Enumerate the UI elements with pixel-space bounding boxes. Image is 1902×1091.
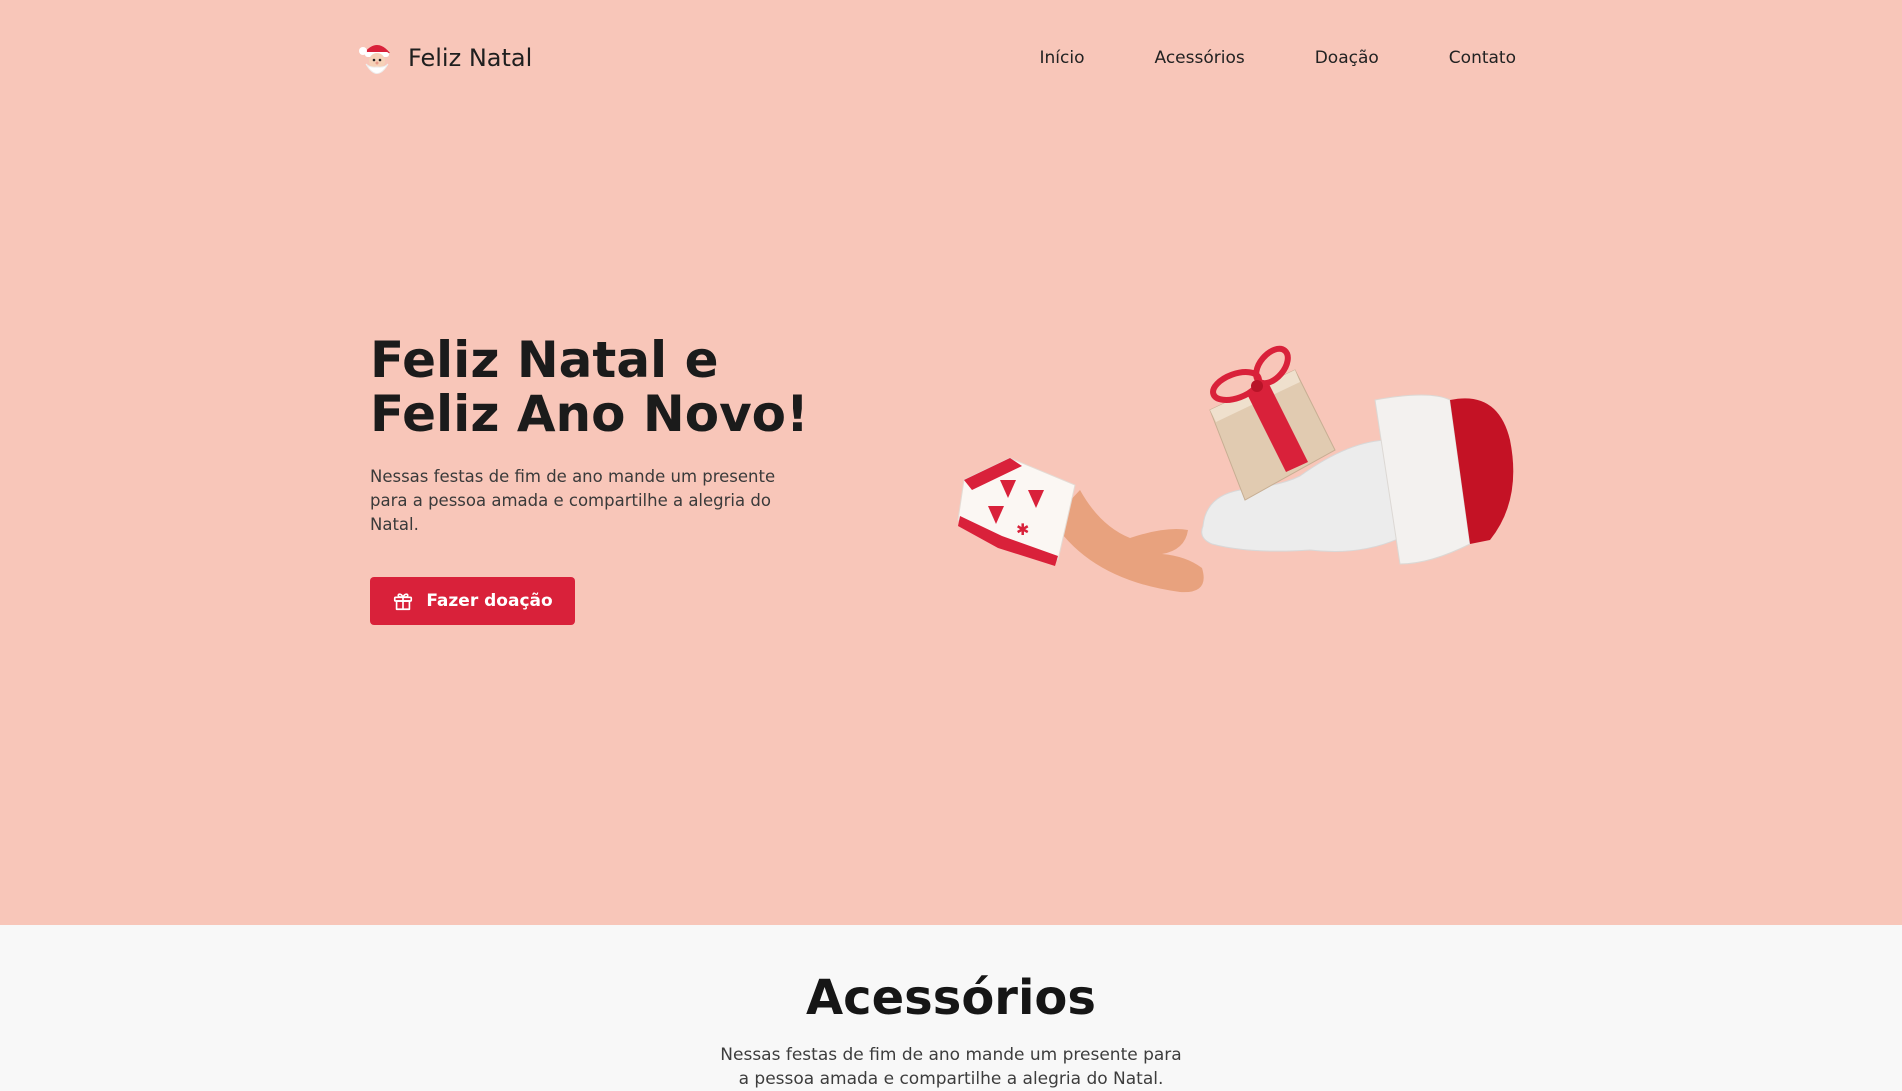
gift-exchange-illustration: ✱: [957, 345, 1514, 593]
hero-title: Feliz Natal e Feliz Ano Novo!: [370, 331, 809, 443]
brand-logo[interactable]: Feliz Natal: [358, 37, 532, 79]
donate-button[interactable]: Fazer doação: [370, 577, 575, 625]
donate-button-label: Fazer doação: [426, 591, 553, 611]
nav-item-acessorios[interactable]: Acessórios: [1154, 48, 1244, 68]
nav-menu: Início Acessórios Doação Contato: [1040, 48, 1517, 68]
accessories-title: Acessórios: [806, 970, 1096, 1026]
santa-icon: [359, 45, 390, 74]
hero-description: Nessas festas de fim de ano mande um pre…: [370, 467, 776, 534]
nav-item-inicio[interactable]: Início: [1040, 48, 1085, 68]
svg-text:✱: ✱: [1016, 520, 1029, 539]
nav-item-doacao[interactable]: Doação: [1315, 48, 1379, 68]
left-hand-icon: ✱: [957, 457, 1204, 593]
brand-name: Feliz Natal: [408, 44, 533, 72]
nav-item-contato[interactable]: Contato: [1449, 48, 1516, 68]
gift-icon: [394, 593, 413, 611]
accessories-description: Nessas festas de fim de ano mande um pre…: [720, 1045, 1182, 1089]
hero-section: Feliz Natal Início Acessórios Doação Con…: [0, 0, 1902, 925]
top-navbar: Feliz Natal Início Acessórios Doação Con…: [358, 30, 1516, 86]
